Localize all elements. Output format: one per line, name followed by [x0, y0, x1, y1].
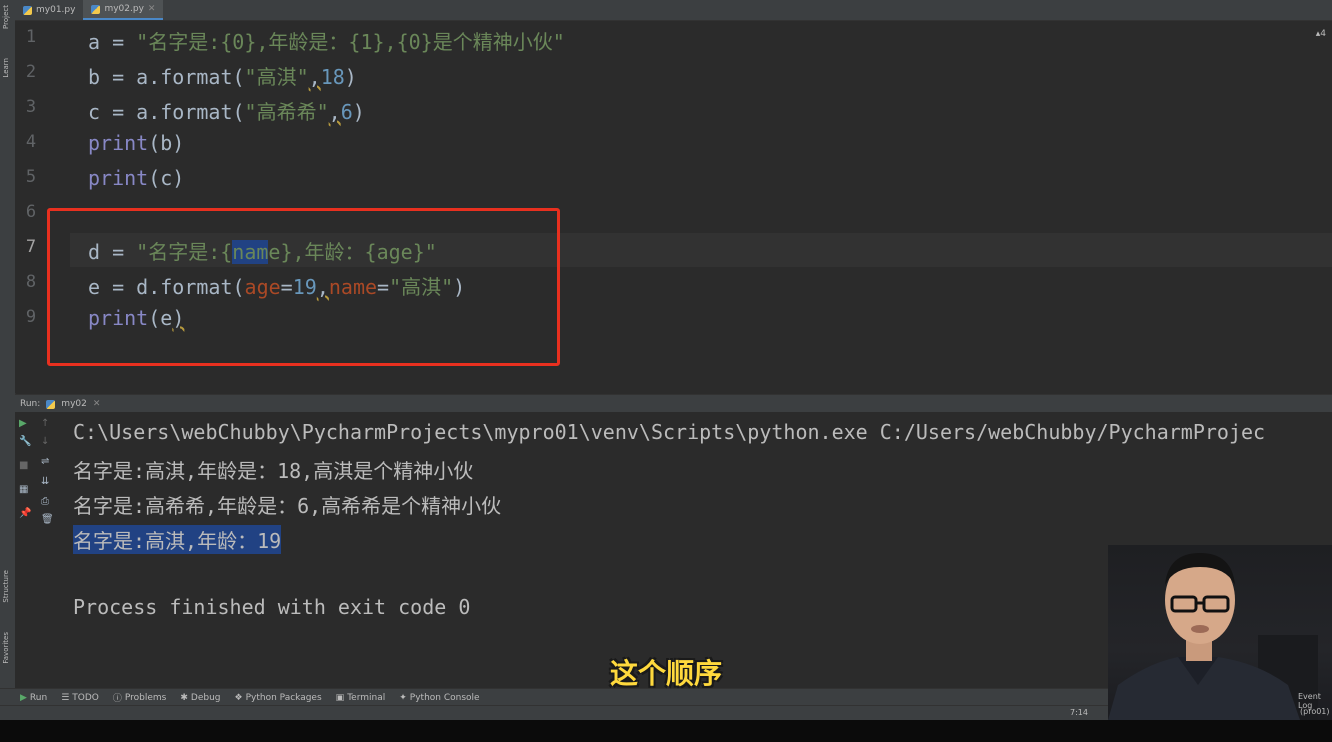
rerun-icon[interactable]: ▶ — [19, 418, 27, 429]
list-icon: ☰ — [61, 692, 70, 703]
console-output-line: Process finished with exit code 0 — [73, 595, 471, 619]
code-editor[interactable]: 1 2 3 4 5 6 7 8 9 ▴4 a = "名字是:{0},年龄是：{1… — [15, 21, 1332, 393]
console-output-line-selected: 名字是:高淇,年龄：19 — [73, 525, 282, 554]
scroll-to-end-icon[interactable]: ⇊ — [41, 476, 49, 487]
presenter-webcam: Event Log (pro01) — [1108, 545, 1332, 720]
code-line-3: c = a.format("高希希",6) — [88, 100, 365, 124]
learn-tool-tab[interactable]: Learn — [2, 58, 10, 78]
run-config-tab[interactable]: my02 — [61, 399, 87, 409]
warning-count: 4 — [1320, 29, 1326, 39]
run-panel-header: Run: my02 ✕ — [15, 394, 1332, 414]
layout-icon[interactable]: ▦ — [19, 484, 28, 495]
console-output-line: C:\Users\webChubby\PycharmProjects\mypro… — [73, 420, 1266, 444]
tab-label: my02.py — [104, 4, 144, 14]
line-number-current: 7 — [25, 237, 37, 257]
console-output-line: 名字是:高淇,年龄是：18,高淇是个精神小伙 — [73, 459, 474, 483]
package-icon: ❖ — [234, 692, 243, 703]
tool-tab-debug[interactable]: ✱ Debug — [180, 693, 220, 703]
run-icon: ▶ — [20, 692, 27, 703]
python-file-icon — [91, 4, 101, 14]
line-number: 1 — [25, 27, 37, 47]
line-number: 4 — [25, 132, 37, 152]
caret-position[interactable]: 7:14 — [1070, 708, 1088, 717]
code-line-4: print(b) — [88, 131, 185, 155]
video-letterbox — [0, 720, 1332, 742]
wrench-icon[interactable]: 🔧 — [19, 436, 31, 447]
video-subtitle: 这个顺序 — [609, 657, 722, 690]
line-number: 8 — [25, 272, 37, 292]
code-line-1: a = "名字是:{0},年龄是：{1},{0}是个精神小伙" — [88, 30, 565, 54]
line-number: 5 — [25, 167, 37, 187]
line-number: 3 — [25, 97, 37, 117]
console-toolbar: ↑ ↓ ⇌ ⇊ ⎙ 🗑 — [37, 412, 57, 688]
run-label: Run: — [20, 399, 41, 409]
tool-tab-run[interactable]: ▶ Run — [20, 693, 47, 703]
tab-my01[interactable]: my01.py — [15, 0, 83, 20]
stop-icon[interactable]: ■ — [19, 460, 28, 471]
tool-tab-todo[interactable]: ☰ TODO — [61, 693, 99, 703]
line-number: 2 — [25, 62, 37, 82]
close-icon[interactable]: ✕ — [93, 399, 101, 409]
tool-tab-python-packages[interactable]: ❖ Python Packages — [235, 693, 322, 703]
console-output-line: 名字是:高希希,年龄是：6,高希希是个精神小伙 — [73, 494, 502, 518]
info-icon: ⓘ — [112, 694, 122, 704]
tool-tab-terminal[interactable]: ▣ Terminal — [336, 693, 386, 703]
structure-tool-tab[interactable]: Structure — [2, 570, 10, 603]
down-arrow-icon[interactable]: ↓ — [41, 436, 49, 447]
editor-tab-bar: my01.py my02.py ✕ — [15, 0, 1332, 21]
code-line-2: b = a.format("高淇",18) — [88, 65, 357, 89]
tab-my02[interactable]: my02.py ✕ — [83, 0, 164, 20]
bug-icon: ✱ — [180, 692, 188, 703]
red-annotation-box — [47, 208, 560, 366]
interpreter-indicator[interactable]: (pro01) — [1300, 707, 1330, 716]
up-arrow-icon[interactable]: ↑ — [41, 418, 49, 429]
project-tool-tab[interactable]: Project — [2, 5, 10, 29]
tab-label: my01.py — [36, 5, 76, 15]
print-icon[interactable]: ⎙ — [41, 496, 49, 507]
trash-icon[interactable]: 🗑 — [41, 514, 54, 525]
left-tool-strip: Project Learn Structure Favorites — [0, 0, 16, 705]
tool-tab-problems[interactable]: ⓘ Problems — [112, 691, 167, 705]
python-file-icon — [46, 399, 56, 409]
run-toolbar: ▶ 🔧 ■ ▦ 📌 — [15, 412, 35, 688]
python-console-icon: ✦ — [399, 692, 407, 703]
pin-icon[interactable]: 📌 — [19, 508, 31, 519]
terminal-icon: ▣ — [335, 692, 345, 703]
tool-tab-python-console[interactable]: ✦ Python Console — [399, 693, 479, 703]
code-line-5: print(c) — [88, 166, 185, 190]
close-icon[interactable]: ✕ — [148, 4, 156, 14]
soft-wrap-icon[interactable]: ⇌ — [41, 456, 49, 467]
line-number: 9 — [25, 307, 37, 327]
line-number: 6 — [25, 202, 37, 222]
python-file-icon — [23, 5, 32, 15]
warning-count-indicator[interactable]: ▴4 — [1316, 29, 1326, 39]
